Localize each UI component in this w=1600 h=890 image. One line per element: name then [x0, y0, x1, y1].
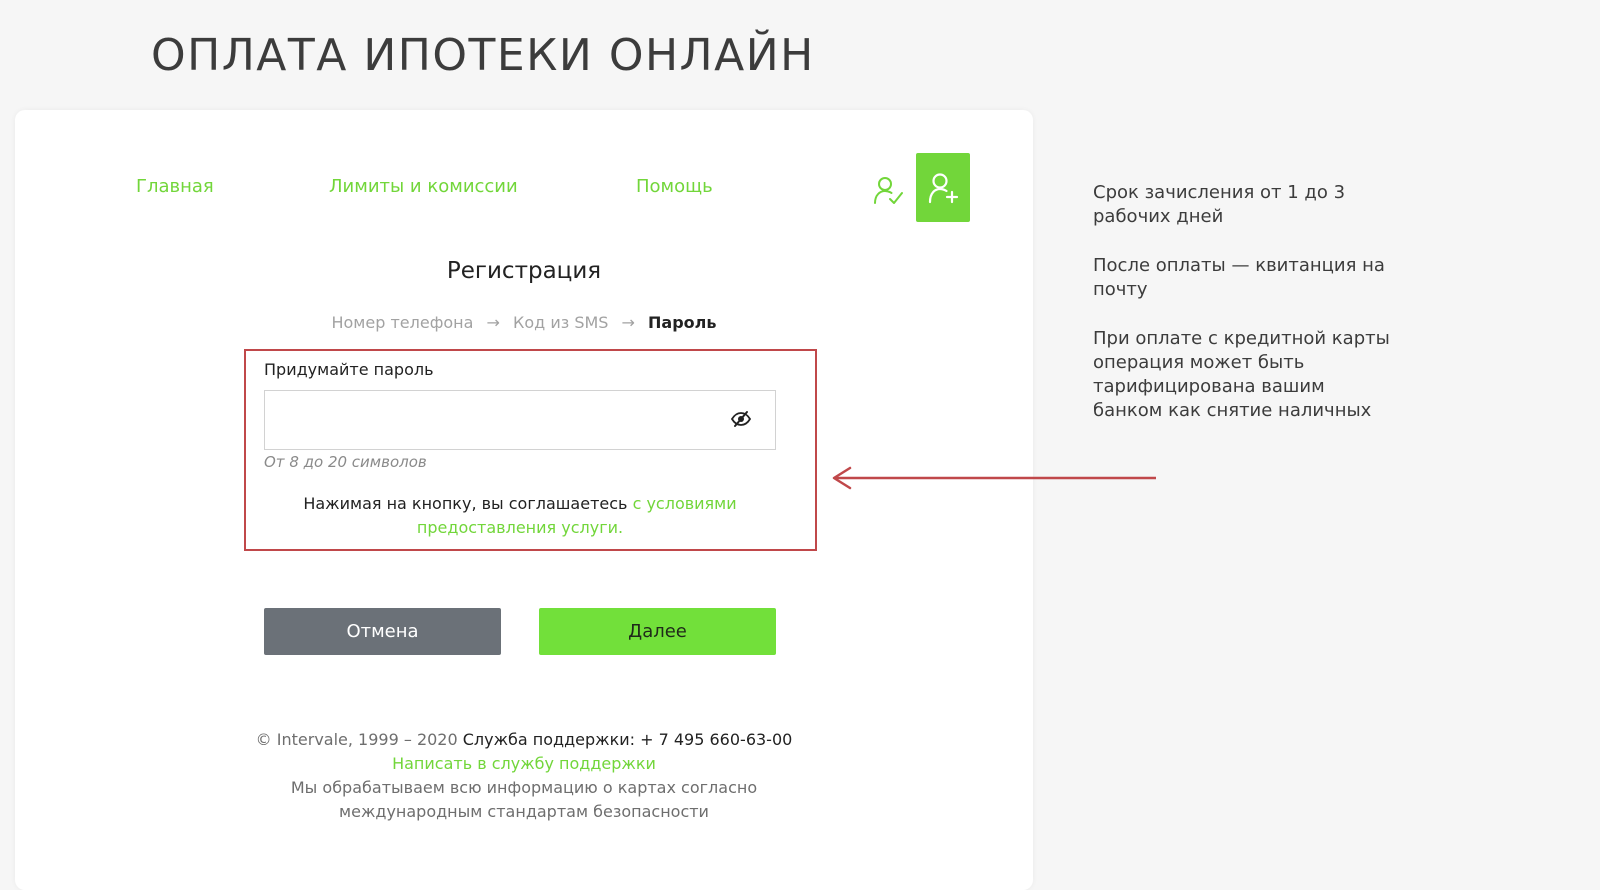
footer-security-note: Мы обрабатываем всю информацию о картах …: [290, 778, 758, 821]
arrow-left-icon: [832, 466, 1156, 490]
step-password: Пароль: [648, 313, 717, 332]
password-hint: От 8 до 20 символов: [264, 453, 427, 471]
registration-steps: Номер телефона → Код из SMS → Пароль: [15, 312, 1033, 334]
user-plus-icon: [928, 172, 959, 203]
side-info: Срок зачисления от 1 до 3 рабочих дней П…: [1093, 181, 1393, 448]
user-check-icon[interactable]: [872, 174, 904, 206]
footer-support-phone: Служба поддержки: + 7 495 660-63-00: [462, 730, 793, 749]
step-arrow-icon: →: [621, 313, 635, 332]
side-info-item: Срок зачисления от 1 до 3 рабочих дней: [1093, 182, 1346, 227]
footer-copyright-line: © Intervale, 1999 – 2020 Служба поддержк…: [15, 728, 1033, 752]
agreement-text-plain: Нажимая на кнопку, вы соглашаетесь: [303, 494, 628, 513]
cancel-button[interactable]: Отмена: [264, 608, 501, 655]
nav-link-limits[interactable]: Лимиты и комиссии: [329, 176, 518, 198]
agreement-text: Нажимая на кнопку, вы соглашаетесь с усл…: [264, 492, 776, 540]
step-sms-code: Код из SMS: [513, 313, 609, 332]
register-button[interactable]: [916, 153, 970, 222]
password-input[interactable]: [264, 390, 776, 450]
step-arrow-icon: →: [486, 313, 500, 332]
form-title: Регистрация: [446, 258, 602, 284]
footer: © Intervale, 1999 – 2020 Служба поддержк…: [15, 728, 1033, 824]
page-title: ОПЛАТА ИПОТЕКИ ОНЛАЙН: [151, 30, 815, 81]
next-button[interactable]: Далее: [539, 608, 776, 655]
step-phone: Номер телефона: [331, 313, 474, 332]
nav-link-help[interactable]: Помощь: [636, 176, 713, 198]
password-label: Придумайте пароль: [264, 360, 434, 379]
side-info-item: При оплате с кредитной карты операция мо…: [1093, 328, 1390, 421]
eye-slash-icon[interactable]: [730, 410, 752, 428]
footer-copyright: © Intervale, 1999 – 2020: [255, 730, 458, 749]
main-card: Главная Лимиты и комиссии Помощь Регистр…: [15, 110, 1033, 890]
nav-link-home[interactable]: Главная: [136, 176, 214, 198]
side-info-item: После оплаты — квитанция на почту: [1093, 255, 1385, 300]
support-link[interactable]: Написать в службу поддержки: [392, 754, 656, 773]
